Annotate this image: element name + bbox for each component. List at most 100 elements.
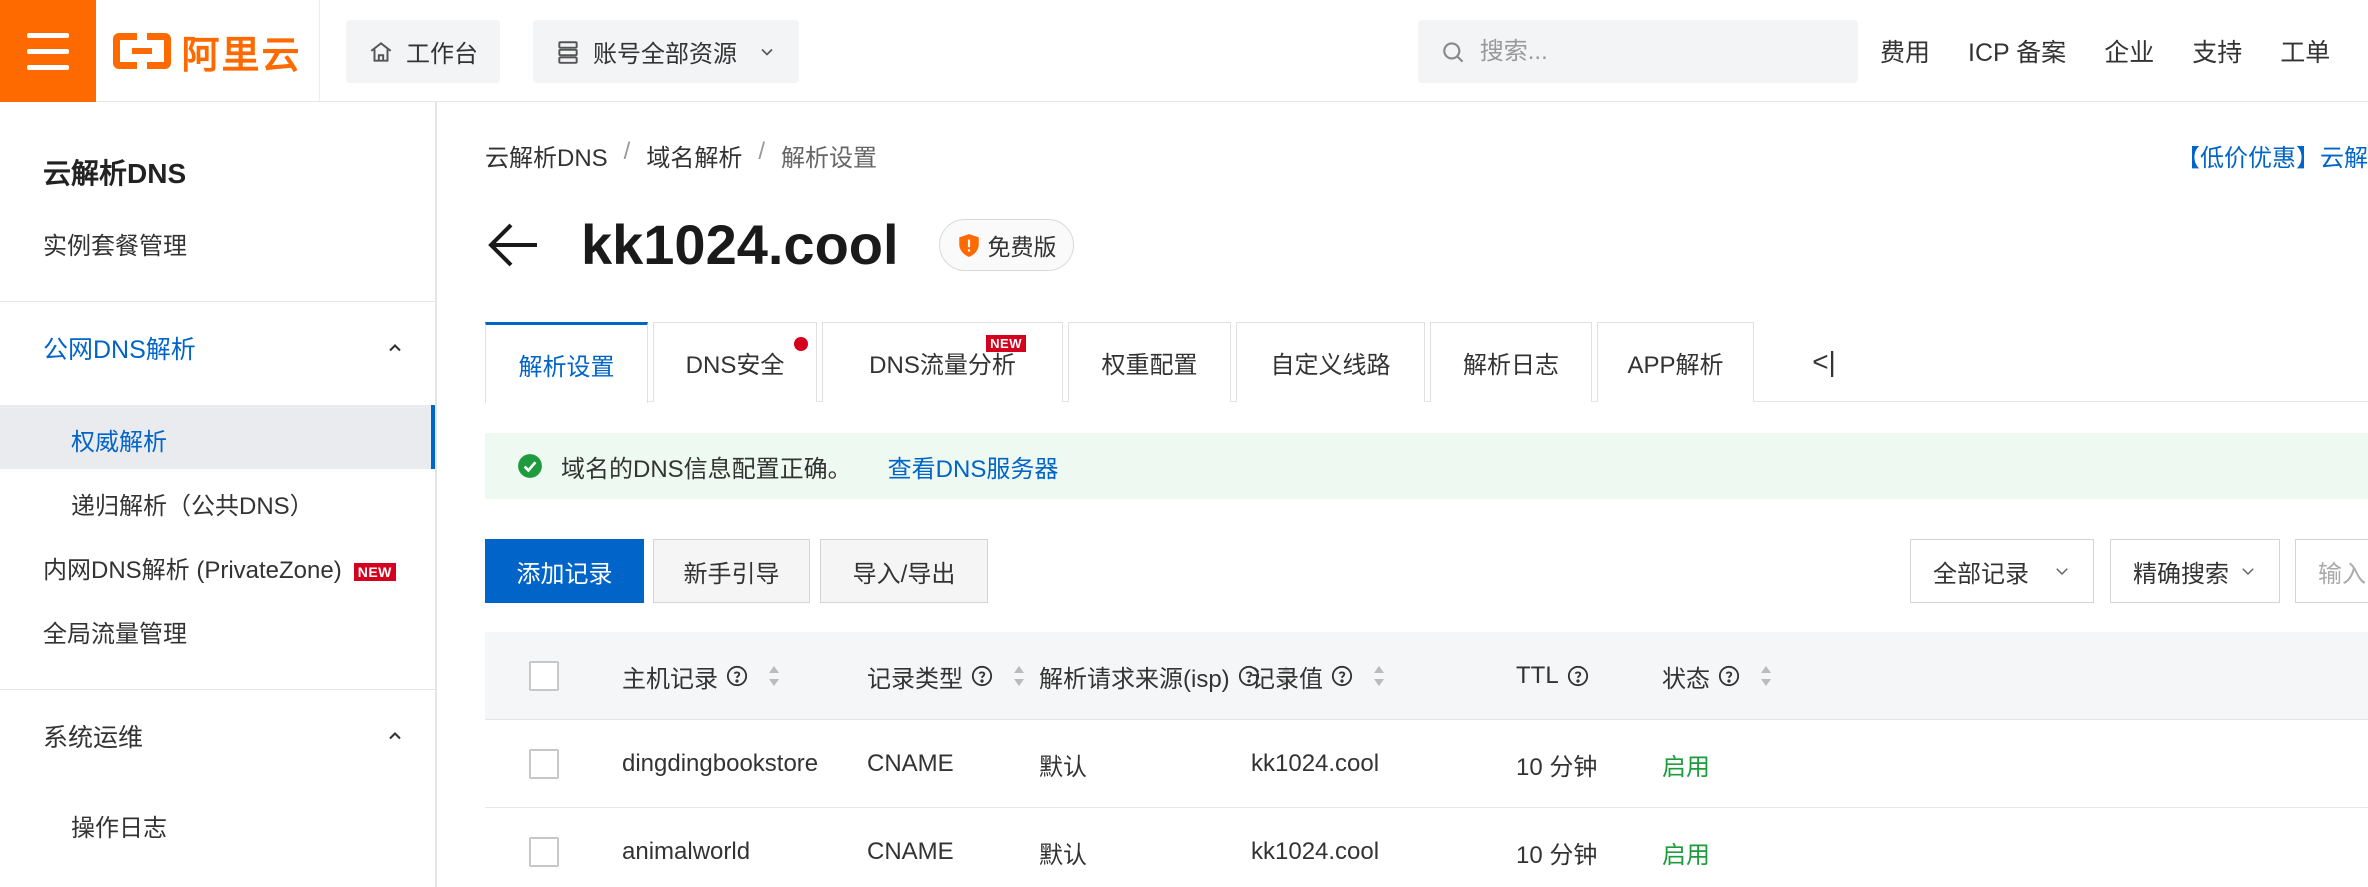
status-badge: 启用 — [1662, 841, 1710, 869]
row-checkbox[interactable] — [529, 749, 559, 779]
header-type: 记录类型 — [867, 632, 1027, 720]
input-placeholder: 输入 — [2318, 560, 2366, 588]
add-record-button[interactable]: 添加记录 — [485, 539, 644, 603]
sort-icon[interactable] — [766, 663, 782, 689]
tab-weight-config[interactable]: 权重配置 — [1068, 322, 1231, 402]
tab-label: 解析日志 — [1463, 352, 1559, 379]
sidebar-divider — [0, 689, 435, 690]
cell-isp: 默认 — [1039, 841, 1087, 869]
tab-bar: 解析设置 DNS安全 DNS流量分析 NEW 权重配置 自定义线路 解析日志 AP… — [485, 322, 2368, 403]
help-icon[interactable] — [1331, 665, 1353, 687]
tab-dns-traffic[interactable]: DNS流量分析 NEW — [822, 322, 1063, 402]
menu-icon[interactable] — [0, 0, 96, 102]
record-filter-select[interactable]: 全部记录 — [1910, 539, 2094, 603]
plan-badge: 免费版 — [938, 218, 1074, 271]
checkbox[interactable] — [529, 661, 559, 691]
tab-label: DNS安全 — [685, 352, 785, 379]
cell-type: CNAME — [867, 838, 954, 865]
breadcrumb-separator: / — [758, 138, 766, 165]
view-dns-servers-link[interactable]: 查看DNS服务器 — [888, 449, 1059, 484]
back-arrow-icon[interactable] — [485, 220, 541, 270]
sidebar-item-authoritative[interactable]: 权威解析 — [71, 422, 167, 457]
cell-host: dingdingbookstore — [622, 750, 819, 777]
sort-icon[interactable] — [1371, 663, 1387, 689]
sidebar-group-label: 系统运维 — [43, 724, 144, 752]
link-enterprise[interactable]: 企业 — [2104, 33, 2154, 69]
new-badge: NEW — [353, 562, 396, 581]
chevron-down-icon — [761, 48, 773, 56]
alert-message: 域名的DNS信息配置正确。 — [561, 455, 852, 483]
plan-label: 免费版 — [987, 233, 1057, 260]
tab-resolve-log[interactable]: 解析日志 — [1430, 322, 1592, 402]
select-all-checkbox[interactable] — [529, 632, 559, 720]
breadcrumb-current: 解析设置 — [781, 145, 878, 172]
search-icon — [1443, 41, 1464, 62]
sidebar: 云解析DNS 实例套餐管理 公网DNS解析 权威解析 递归解析（公共DNS） 内… — [0, 102, 437, 887]
new-badge: NEW — [986, 335, 1026, 352]
breadcrumb-separator: / — [623, 138, 631, 165]
tab-scroll-button[interactable]: <| — [1799, 322, 1849, 402]
sidebar-item-global-traffic[interactable]: 全局流量管理 — [43, 614, 187, 649]
guide-button[interactable]: 新手引导 — [653, 539, 810, 603]
sidebar-item-op-log[interactable]: 操作日志 — [71, 808, 167, 843]
status-badge: 启用 — [1662, 753, 1710, 781]
help-icon[interactable] — [971, 665, 993, 687]
sidebar-group-ops[interactable]: 系统运维 — [43, 718, 405, 754]
tab-resolve-settings[interactable]: 解析设置 — [485, 322, 648, 403]
tab-label: 权重配置 — [1101, 352, 1198, 379]
logo[interactable]: 阿里云 — [96, 0, 320, 102]
tab-dns-security[interactable]: DNS安全 — [653, 322, 817, 402]
promo-link[interactable]: 【低价优惠】云解 — [2176, 138, 2368, 173]
notification-dot — [794, 337, 808, 351]
help-icon[interactable] — [726, 665, 748, 687]
cell-type: CNAME — [867, 750, 954, 777]
chevron-down-icon — [2242, 568, 2254, 576]
workbench-label: 工作台 — [406, 41, 478, 68]
help-icon[interactable] — [1718, 665, 1740, 687]
link-billing[interactable]: 费用 — [1880, 33, 1930, 69]
tab-label: 解析设置 — [518, 353, 615, 381]
sidebar-item-instance[interactable]: 实例套餐管理 — [43, 226, 187, 261]
header-label: 解析请求来源(isp) — [1039, 665, 1230, 693]
header-label: 状态 — [1662, 665, 1710, 693]
search-box — [1418, 20, 1858, 83]
check-circle-icon — [518, 454, 542, 478]
top-bar: 阿里云 工作台 账号全部资源 费用 ICP 备案 企业 支持 工单 — [0, 0, 2368, 102]
breadcrumb-item[interactable]: 云解析DNS — [485, 138, 608, 173]
row-checkbox[interactable] — [529, 837, 559, 867]
tab-label: 自定义线路 — [1270, 352, 1391, 379]
chevron-down-icon — [2056, 568, 2068, 576]
sidebar-group-label: 公网DNS解析 — [43, 336, 196, 364]
select-value: 全部记录 — [1933, 560, 2029, 588]
cell-isp: 默认 — [1039, 753, 1087, 781]
row-checkbox-cell — [529, 720, 559, 808]
sort-icon[interactable] — [1758, 663, 1774, 689]
top-links: 费用 ICP 备案 企业 支持 工单 — [1880, 0, 2330, 102]
header-label: 记录类型 — [867, 665, 963, 693]
header-value: 记录值 — [1251, 632, 1387, 720]
record-search-input[interactable]: 输入 — [2295, 539, 2368, 603]
help-icon[interactable] — [1567, 665, 1589, 687]
server-icon — [558, 40, 578, 64]
link-support[interactable]: 支持 — [2192, 33, 2242, 69]
breadcrumb-item[interactable]: 域名解析 — [646, 138, 742, 173]
link-ticket[interactable]: 工单 — [2280, 33, 2330, 69]
search-input[interactable] — [1479, 37, 1836, 66]
select-value: 精确搜索 — [2133, 560, 2229, 588]
link-icp[interactable]: ICP 备案 — [1968, 33, 2066, 69]
search-mode-select[interactable]: 精确搜索 — [2110, 539, 2280, 603]
sort-icon[interactable] — [1011, 663, 1027, 689]
cell-host: animalworld — [622, 838, 751, 865]
tab-custom-line[interactable]: 自定义线路 — [1236, 322, 1425, 402]
chevron-up-icon — [389, 732, 401, 740]
sidebar-title: 云解析DNS — [43, 158, 187, 189]
sidebar-item-private-zone[interactable]: 内网DNS解析 (PrivateZone) NEW — [43, 550, 396, 585]
workbench-button[interactable]: 工作台 — [346, 20, 500, 83]
sidebar-item-recursive[interactable]: 递归解析（公共DNS） — [71, 486, 314, 521]
import-export-button[interactable]: 导入/导出 — [820, 539, 988, 603]
tab-app-resolve[interactable]: APP解析 — [1597, 322, 1754, 402]
resources-dropdown[interactable]: 账号全部资源 — [533, 20, 799, 83]
breadcrumb: 云解析DNS / 域名解析 / 解析设置 — [485, 138, 877, 173]
success-alert: 域名的DNS信息配置正确。 查看DNS服务器 — [485, 433, 2368, 499]
sidebar-group-public-dns[interactable]: 公网DNS解析 — [43, 330, 405, 366]
